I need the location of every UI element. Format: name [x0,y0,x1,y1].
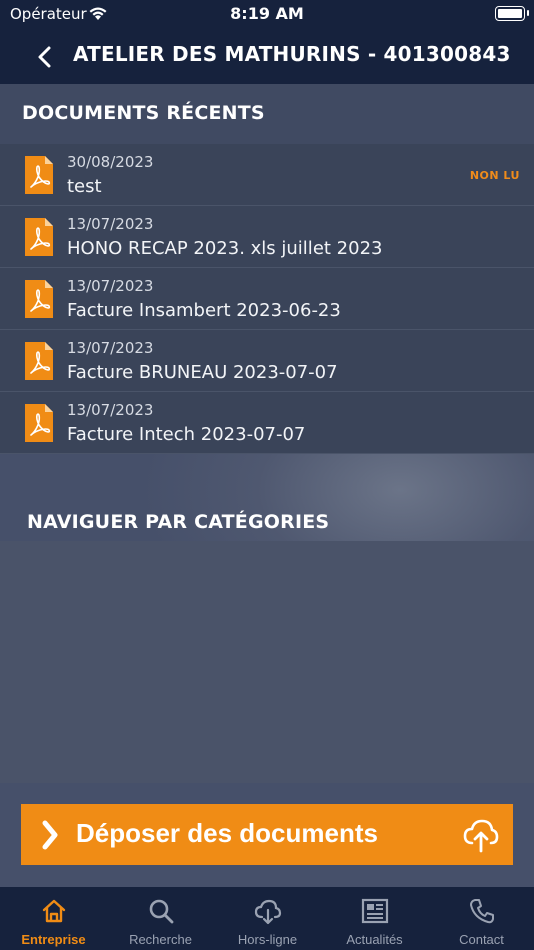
document-name: test [67,176,102,197]
document-row[interactable]: 13/07/2023 Facture Insambert 2023-06-23 [0,268,534,330]
tab-hors-ligne[interactable]: Hors-ligne [214,887,321,950]
document-row[interactable]: 13/07/2023 HONO RECAP 2023. xls juillet 2… [0,206,534,268]
tab-contact[interactable]: Contact [428,887,534,950]
document-name: Facture Intech 2023-07-07 [67,424,306,445]
pdf-file-icon [23,216,55,258]
nav-bar: ATELIER DES MATHURINS - 401300843 [0,30,534,84]
document-list: 30/08/2023 test NON LU 13/07/2023 HONO RECAP… [0,144,534,454]
tab-bar: Entreprise Recherche Hors-ligne Actualités C… [0,887,534,950]
document-row[interactable]: 13/07/2023 Facture Intech 2023-07-07 [0,392,534,454]
chevron-right-icon [42,820,58,850]
tab-actualités[interactable]: Actualités [321,887,428,950]
tab-entreprise[interactable]: Entreprise [0,887,107,950]
document-date: 13/07/2023 [67,277,154,295]
pdf-file-icon [23,278,55,320]
back-chevron-icon[interactable] [34,44,56,70]
phone-icon [468,897,496,925]
categories-title: NAVIGUER PAR CATÉGORIES [27,511,330,533]
status-bar: Opérateur 8:19 AM [0,0,534,30]
pdf-file-icon [23,402,55,444]
tab-label: Actualités [346,932,403,947]
upload-documents-button[interactable]: Déposer des documents [21,804,513,865]
unread-badge: NON LU [469,169,520,182]
document-date: 13/07/2023 [67,401,154,419]
document-name: Facture BRUNEAU 2023-07-07 [67,362,338,383]
battery-tip [527,10,529,16]
cloud-upload-icon [463,819,499,853]
upload-button-label: Déposer des documents [76,818,378,848]
document-date: 13/07/2023 [67,215,154,233]
tab-recherche[interactable]: Recherche [107,887,214,950]
tab-label: Entreprise [21,932,86,947]
tab-label: Hors-ligne [237,932,298,947]
document-name: Facture Insambert 2023-06-23 [67,300,341,321]
clock: 8:19 AM [230,4,304,23]
document-name: HONO RECAP 2023. xls juillet 2023 [67,238,383,259]
news-icon [361,897,389,925]
pdf-file-icon [23,154,55,196]
page-title: ATELIER DES MATHURINS - 401300843 [73,42,511,66]
search-icon [147,897,175,925]
battery-icon [495,6,525,21]
document-row[interactable]: 30/08/2023 test NON LU [0,144,534,206]
cloud-download-icon [254,897,282,925]
tab-label: Contact [459,932,504,947]
document-date: 13/07/2023 [67,339,154,357]
document-row[interactable]: 13/07/2023 Facture BRUNEAU 2023-07-07 [0,330,534,392]
recent-documents-title: DOCUMENTS RÉCENTS [22,102,265,124]
pdf-file-icon [23,340,55,382]
document-date: 30/08/2023 [67,153,154,171]
recent-documents-header: DOCUMENTS RÉCENTS [0,84,534,144]
categories-area [0,541,534,783]
home-icon [40,897,68,925]
tab-label: Recherche [129,932,192,947]
